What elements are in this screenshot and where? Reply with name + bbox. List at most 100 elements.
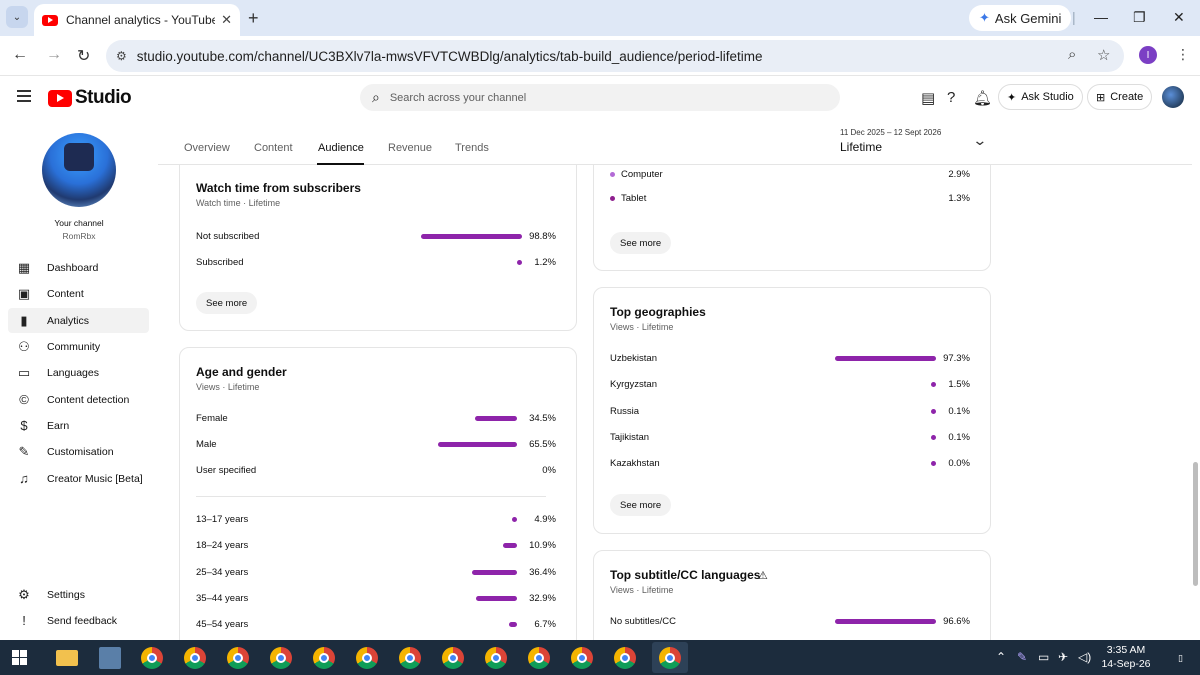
chrome-icon[interactable] (313, 647, 335, 669)
see-more-button[interactable]: See more (610, 494, 672, 516)
tab-revenue[interactable]: Revenue (388, 142, 432, 154)
calculator-icon[interactable] (99, 647, 121, 669)
row-label: Tajikistan (610, 432, 650, 443)
row-value: 1.5% (948, 379, 970, 390)
tab-content[interactable]: Content (254, 142, 293, 154)
period-range[interactable]: 11 Dec 2025 – 12 Sept 2026 (840, 128, 941, 137)
chrome-icon[interactable] (528, 647, 550, 669)
chrome-icon[interactable] (485, 647, 507, 669)
site-settings-icon[interactable]: ⚙ (116, 49, 127, 63)
table-row: Tajikistan 0.1% (610, 430, 970, 446)
chrome-icon[interactable] (442, 647, 464, 669)
chrome-icon[interactable] (184, 647, 206, 669)
create-label: Create (1110, 91, 1144, 103)
clock-time: 3:35 AM (1106, 644, 1146, 656)
row-value: 96.6% (943, 616, 970, 627)
sidebar-item-content[interactable]: ▣ Content (8, 281, 149, 306)
create-button[interactable]: ⊞ Create (1087, 84, 1153, 110)
row-bar (931, 461, 936, 466)
chrome-icon[interactable] (571, 647, 593, 669)
youtube-favicon-icon (42, 14, 58, 26)
back-icon[interactable]: ← (12, 46, 28, 64)
chrome-icon[interactable] (141, 647, 163, 669)
sidebar-item-dashboard[interactable]: ▦ Dashboard (8, 255, 149, 280)
address-bar: ← → ↻ ⚙ studio.youtube.com/channel/UC3BX… (0, 36, 1200, 76)
volume-icon[interactable]: ◁) (1078, 650, 1091, 664)
pen-icon[interactable]: ✎ (1017, 650, 1027, 664)
channel-name: RomRbx (62, 231, 96, 241)
table-row: Male 65.5% (196, 437, 556, 453)
airplane-mode-icon[interactable]: ✈ (1058, 650, 1068, 664)
channel-avatar[interactable] (42, 133, 116, 207)
ask-gemini-button[interactable]: ✦ Ask Gemini (969, 5, 1072, 31)
tab-audience[interactable]: Audience (318, 142, 364, 154)
ask-studio-button[interactable]: ✦ Ask Studio (998, 84, 1083, 110)
clock[interactable]: 3:35 AM 14-Sep-26 (1100, 643, 1152, 671)
taskbar: ⌃ ✎ ▭ ✈ ◁) 3:35 AM 14-Sep-26 ▯ (0, 640, 1200, 675)
row-bar (475, 416, 517, 421)
sidebar-item-customisation[interactable]: ✎ Customisation (8, 439, 149, 464)
profile-avatar[interactable]: I (1139, 46, 1157, 64)
sidebar-item-content-detection[interactable]: © Content detection (8, 387, 149, 412)
row-label: Uzbekistan (610, 353, 657, 364)
battery-icon[interactable]: ▭ (1038, 650, 1049, 664)
subtitle-languages-card: Top subtitle/CC languages ⚠ Views · Life… (593, 550, 991, 640)
table-row: 35–44 years 32.9% (196, 591, 556, 607)
chrome-icon[interactable] (227, 647, 249, 669)
see-more-button[interactable]: See more (610, 232, 672, 254)
chrome-icon[interactable] (270, 647, 292, 669)
row-value: 0.1% (948, 406, 970, 417)
sidebar-item-send-feedback[interactable]: ! Send feedback (8, 608, 149, 633)
sidebar-item-settings[interactable]: ⚙ Settings (8, 582, 149, 607)
scrollbar-thumb[interactable] (1193, 462, 1198, 586)
hamburger-menu-icon[interactable] (17, 90, 31, 102)
help-icon[interactable]: ? (947, 89, 955, 106)
bookmark-star-icon[interactable]: ☆ (1097, 46, 1110, 64)
search-input[interactable]: ⌕ Search across your channel (360, 84, 840, 111)
row-value: 36.4% (529, 567, 556, 578)
minimize-icon[interactable]: — (1094, 9, 1108, 25)
close-icon[interactable]: ✕ (221, 12, 232, 28)
chrome-icon[interactable] (356, 647, 378, 669)
tab-search-button[interactable]: ⌄ (6, 6, 28, 28)
notifications-icon[interactable]: 🔔︎ (973, 89, 992, 107)
period-selector[interactable]: Lifetime (840, 140, 882, 154)
chevron-up-icon[interactable]: ⌃ (996, 650, 1006, 664)
sidebar-item-analytics[interactable]: ▮ Analytics (8, 308, 149, 333)
browser-tab[interactable]: Channel analytics - YouTube Stu ✕ (34, 4, 240, 36)
tab-trends[interactable]: Trends (455, 142, 489, 154)
window-close-icon[interactable]: ✕ (1173, 9, 1185, 26)
forward-icon[interactable]: → (46, 46, 62, 64)
sidebar-item-label: Analytics (47, 314, 90, 327)
list-item: Computer 2.9% (610, 168, 970, 182)
chrome-icon[interactable] (399, 647, 421, 669)
sidebar-item-label: Languages (47, 366, 99, 379)
chrome-icon[interactable] (659, 647, 681, 669)
messages-icon[interactable]: ▤ (921, 89, 935, 107)
row-label: Not subscribed (196, 231, 260, 242)
new-tab-button[interactable]: + (248, 8, 259, 29)
restore-icon[interactable]: ❐ (1133, 9, 1146, 26)
chrome-icon[interactable] (614, 647, 636, 669)
windows-start-icon[interactable] (12, 650, 27, 665)
account-avatar[interactable] (1162, 86, 1184, 108)
table-row: Kazakhstan 0.0% (610, 456, 970, 472)
tab-overview[interactable]: Overview (184, 142, 230, 154)
sidebar-item-earn[interactable]: $ Earn (8, 413, 149, 438)
device-type-card: Computer 2.9% Tablet 1.3% See more (593, 165, 991, 271)
see-more-button[interactable]: See more (196, 292, 258, 314)
warning-icon[interactable]: ⚠ (758, 569, 768, 582)
chevron-down-icon[interactable]: ⌄ (972, 132, 987, 149)
zoom-icon[interactable]: ⌕ (1068, 46, 1076, 63)
studio-logo[interactable]: Studio (48, 87, 132, 109)
url-field[interactable]: ⚙ studio.youtube.com/channel/UC3BXlv7la-… (106, 40, 1124, 72)
file-explorer-icon[interactable] (56, 650, 78, 666)
sidebar-item-languages[interactable]: ▭ Languages (8, 360, 149, 385)
sidebar-item-creator-music[interactable]: ♫ Creator Music [Beta] (8, 466, 149, 491)
notification-icon[interactable]: ▯ (1178, 653, 1183, 664)
browser-menu-icon[interactable]: ⋮ (1176, 46, 1190, 63)
card-subtitle: Views · Lifetime (196, 382, 260, 392)
reload-icon[interactable]: ↻ (77, 46, 90, 66)
row-value: 10.9% (529, 540, 556, 551)
sidebar-item-community[interactable]: ⚇ Community (8, 334, 149, 359)
